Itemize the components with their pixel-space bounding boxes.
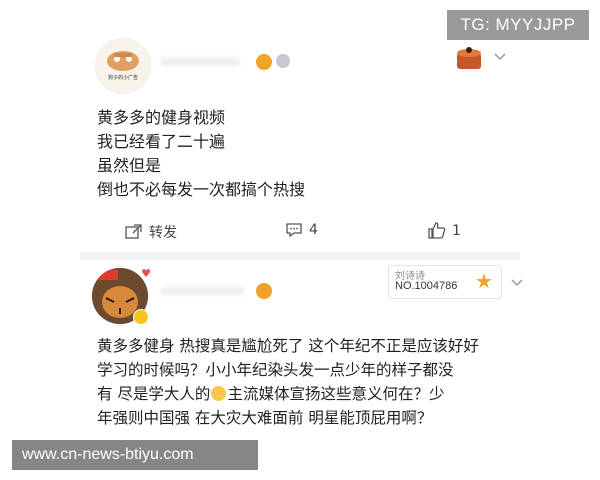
avatar-caption: 狗子的小广告 <box>107 75 138 81</box>
source-url-banner: www.cn-news-btiyu.com <box>12 440 258 470</box>
dog-avatar-icon <box>107 51 139 71</box>
like-icon <box>428 222 446 239</box>
post-body: 黄多多健身 热搜真是尴尬死了 这个年纪不正是应该好好 学习的时候吗？小小年纪染头… <box>97 334 517 430</box>
repost-label: 转发 <box>149 225 177 241</box>
comment-count: 4 <box>309 222 318 238</box>
star-icon: ★ <box>475 269 493 293</box>
post-body: 黄多多的健身视频 我已经看了二十遍 虽然但是 倒也不必每发一次都搞个热搜 <box>97 106 517 202</box>
post-line-segment: 有 尽是学大人的 <box>97 385 211 403</box>
blurred-username[interactable] <box>160 285 250 295</box>
repost-button[interactable]: 转发 <box>125 222 177 242</box>
post-thumbnail-icon[interactable] <box>455 45 483 71</box>
like-button[interactable]: 1 <box>428 222 461 239</box>
post-line: 学习的时候吗？小小年纪染头发一点少年的样子都没 <box>97 361 454 379</box>
emoji-icon <box>211 386 227 401</box>
chevron-down-icon[interactable] <box>510 278 524 288</box>
post-line-segment: 主流媒体宣扬这些意义何在？少 <box>227 385 445 403</box>
post-line: 倒也不必每发一次都搞个热搜 <box>97 180 306 199</box>
post-divider <box>80 252 520 260</box>
post-line: 黄多多健身 热搜真是尴尬死了 这个年纪不正是应该好好 <box>97 337 479 355</box>
post-line: 有 尽是学大人的 主流媒体宣扬这些意义何在？少 <box>97 382 517 406</box>
post-line: 年强则中国强 在大灾大难面前 明星能顶屁用啊？ <box>97 409 433 427</box>
chevron-down-icon[interactable] <box>493 52 507 62</box>
avatar-sticker-icon: ♥ <box>141 267 151 280</box>
tg-watermark: TG: MYYJJPP <box>447 10 589 40</box>
like-count: 1 <box>452 222 461 239</box>
vip-badge-icon <box>256 54 272 70</box>
post-line: 我已经看了二十遍 <box>97 132 226 151</box>
avatar[interactable] <box>95 38 151 94</box>
repost-icon <box>125 224 143 240</box>
fan-badge-card[interactable]: 刘诗诗 NO.1004786 ★ <box>388 265 502 299</box>
blurred-username[interactable] <box>160 56 250 66</box>
comment-icon <box>285 222 303 238</box>
comment-button[interactable]: 4 <box>285 222 318 238</box>
post-line: 虽然但是 <box>97 156 162 175</box>
medal-icon <box>276 54 290 68</box>
verified-badge-icon <box>133 309 149 325</box>
fan-badge-number: NO.1004786 <box>395 280 458 292</box>
vip-badge-icon <box>256 283 272 299</box>
post-line: 黄多多的健身视频 <box>97 108 226 127</box>
